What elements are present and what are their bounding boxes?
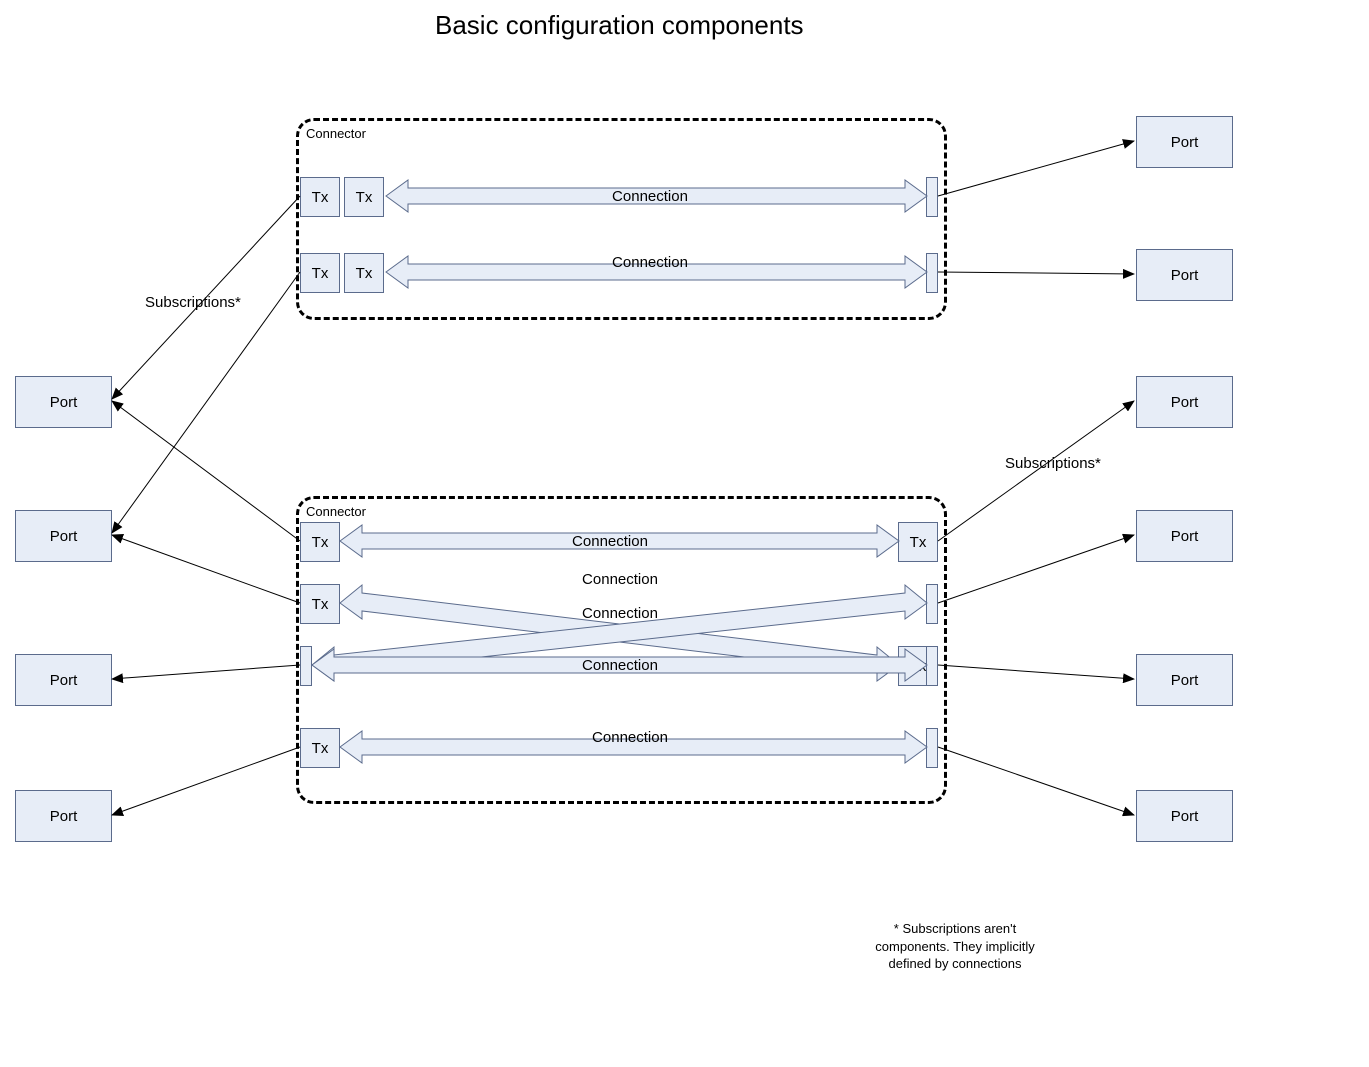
subscriptions-label-left: Subscriptions* bbox=[145, 294, 241, 311]
tx-box: Tx bbox=[300, 728, 340, 768]
tx-box: Tx bbox=[300, 177, 340, 217]
port-box: Port bbox=[1136, 510, 1233, 562]
endpoint-stub bbox=[926, 584, 938, 624]
tx-box: Tx bbox=[300, 522, 340, 562]
endpoint-stub bbox=[926, 253, 938, 293]
tx-box: Tx bbox=[344, 253, 384, 293]
port-box: Port bbox=[1136, 249, 1233, 301]
port-box: Port bbox=[1136, 790, 1233, 842]
connector-top bbox=[296, 118, 947, 320]
tx-box: Tx bbox=[898, 522, 938, 562]
tx-box: Tx bbox=[300, 253, 340, 293]
port-box: Port bbox=[15, 510, 112, 562]
port-box: Port bbox=[1136, 116, 1233, 168]
connector-bottom bbox=[296, 496, 947, 804]
endpoint-stub bbox=[926, 728, 938, 768]
connector-bottom-label: Connector bbox=[306, 504, 366, 519]
tx-box: Tx bbox=[300, 584, 340, 624]
diagram-canvas: { "title": "Basic configuration componen… bbox=[0, 0, 1369, 1067]
tx-box: Tx bbox=[344, 177, 384, 217]
connector-top-label: Connector bbox=[306, 126, 366, 141]
footnote: * Subscriptions aren't components. They … bbox=[870, 920, 1040, 973]
port-box: Port bbox=[1136, 654, 1233, 706]
subscriptions-label-right: Subscriptions* bbox=[1005, 455, 1101, 472]
port-box: Port bbox=[15, 376, 112, 428]
endpoint-stub bbox=[926, 646, 938, 686]
endpoint-stub bbox=[300, 646, 312, 686]
port-box: Port bbox=[1136, 376, 1233, 428]
port-box: Port bbox=[15, 790, 112, 842]
endpoint-stub bbox=[926, 177, 938, 217]
port-box: Port bbox=[15, 654, 112, 706]
diagram-title: Basic configuration components bbox=[435, 10, 804, 41]
